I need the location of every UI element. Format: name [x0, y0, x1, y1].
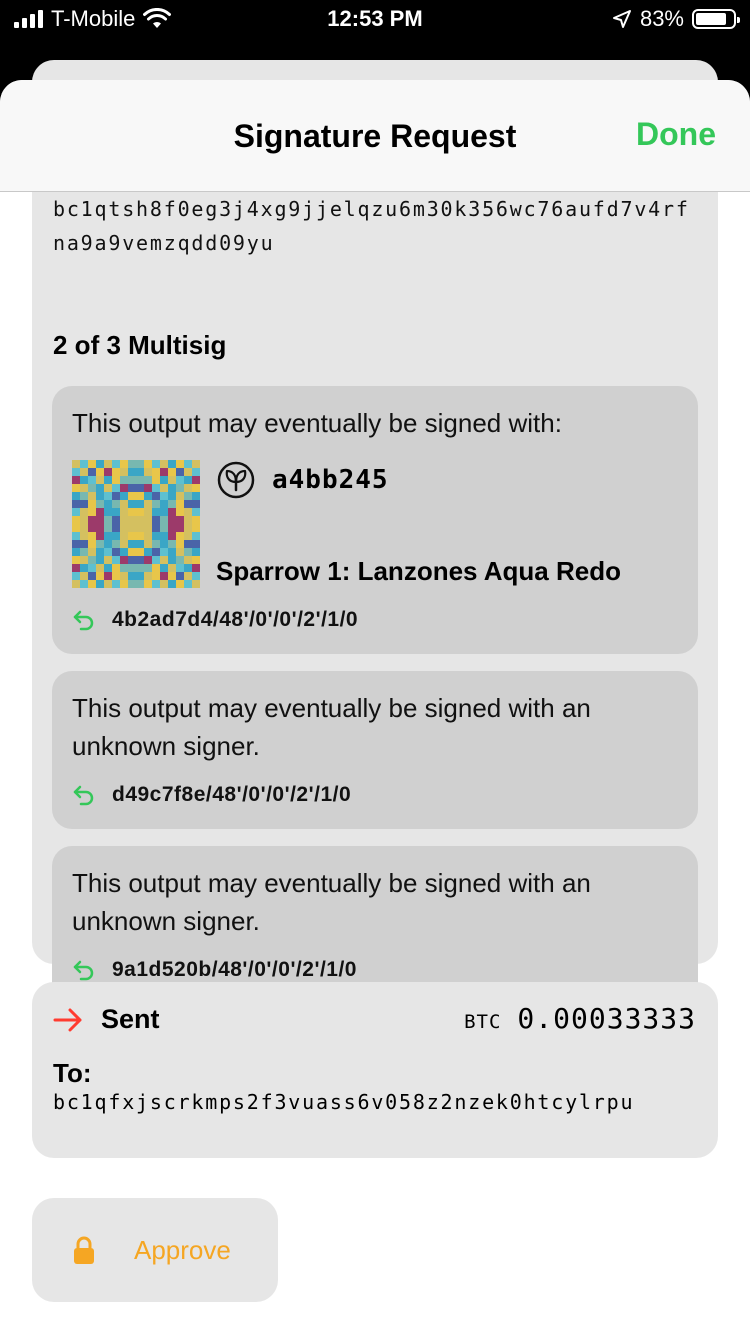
- signer-card: This output may eventually be signed wit…: [52, 846, 698, 1004]
- derivation-path: 9a1d520b/48'/0'/0'/2'/1/0: [112, 958, 357, 981]
- return-arrow-icon: [73, 960, 94, 981]
- signer-fingerprint: a4bb245: [272, 465, 389, 495]
- leaf-icon: [217, 461, 255, 499]
- location-icon: [612, 10, 631, 28]
- arrow-right-icon: [53, 1008, 82, 1031]
- direction-label: Sent: [101, 1004, 160, 1034]
- to-label: To:: [53, 1058, 92, 1088]
- return-arrow-icon: [73, 610, 94, 631]
- approve-button[interactable]: Approve: [32, 1198, 278, 1302]
- status-bar: T-Mobile 12:53 PM 83%: [0, 0, 750, 44]
- derivation-path: 4b2ad7d4/48'/0'/0'/2'/1/0: [112, 608, 359, 631]
- signer-card: This output may eventually be signed wit…: [52, 386, 698, 654]
- signer-description: This output may eventually be signed wit…: [72, 693, 591, 761]
- signer-description: This output may eventually be signed wit…: [72, 408, 562, 438]
- lock-icon: [74, 1236, 94, 1264]
- return-arrow-icon: [73, 785, 94, 806]
- wallet-name: Sparrow 1: Lanzones Aqua Redo: [216, 556, 621, 586]
- battery-percent: 83%: [639, 6, 684, 31]
- derivation-path: d49c7f8e/48'/0'/0'/2'/1/0: [112, 783, 352, 806]
- destination-address: bc1qfxjscrkmps2f3vuass6v058z2nzek0htcylr…: [53, 1090, 635, 1114]
- done-button[interactable]: Done: [636, 116, 716, 153]
- approve-label: Approve: [134, 1234, 231, 1265]
- signer-description: This output may eventually be signed wit…: [72, 868, 591, 936]
- signer-card: This output may eventually be signed wit…: [52, 671, 698, 829]
- signature-request-sheet: Signature Request Done bc1qtsh8f0eg3j4xg…: [0, 80, 750, 1334]
- amount-unit: BTC: [464, 1011, 502, 1033]
- multisig-label: 2 of 3 Multisig: [53, 330, 227, 360]
- navigation-bar: Signature Request Done: [0, 80, 750, 192]
- wallet-identicon: [72, 460, 200, 588]
- input-card: bc1qtsh8f0eg3j4xg9jjelqzu6m30k356wc76auf…: [32, 140, 718, 1004]
- output-card: Sent BTC 0.00033333 To: bc1qfxjscrkmps2f…: [32, 982, 718, 1158]
- battery-icon: [692, 9, 740, 29]
- amount-value: 0.00033333: [517, 1002, 696, 1035]
- input-address: bc1qtsh8f0eg3j4xg9jjelqzu6m30k356wc76auf…: [53, 197, 690, 255]
